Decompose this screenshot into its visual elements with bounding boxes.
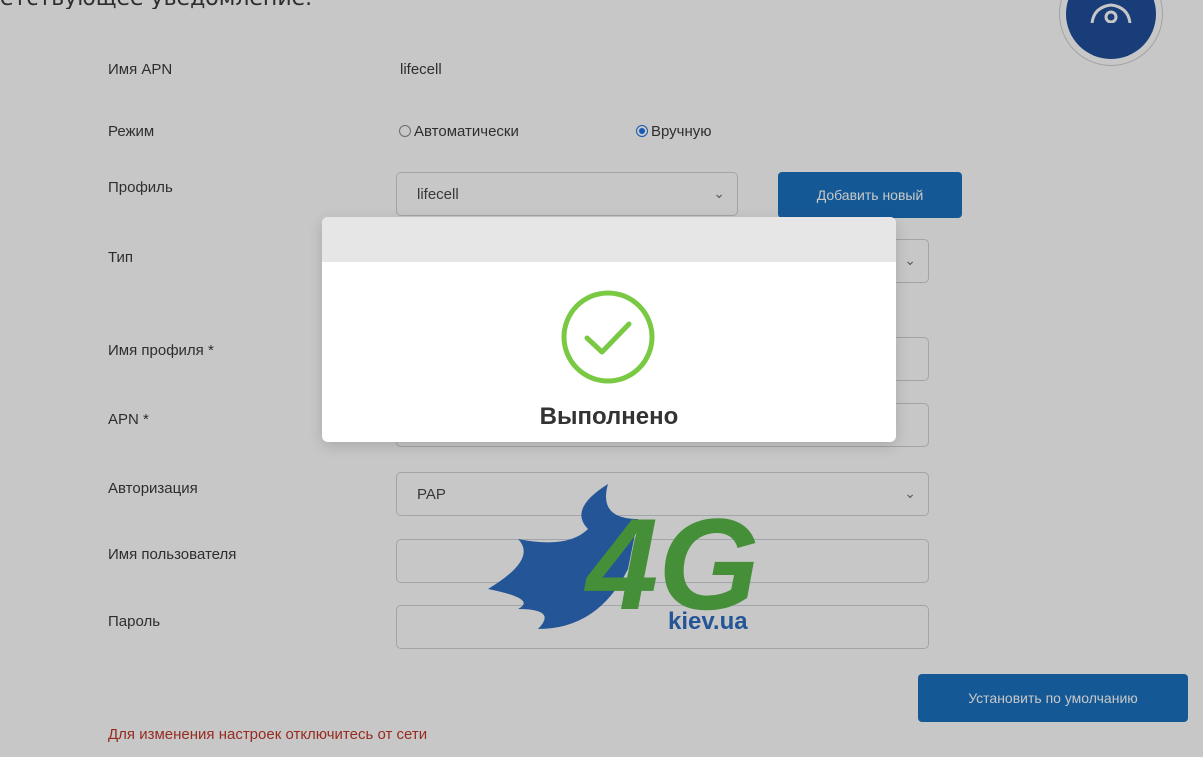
success-message: Выполнено: [539, 403, 679, 430]
success-modal: Выполнено: [322, 217, 896, 442]
modal-header: [322, 217, 896, 262]
success-check-icon: [561, 290, 655, 384]
